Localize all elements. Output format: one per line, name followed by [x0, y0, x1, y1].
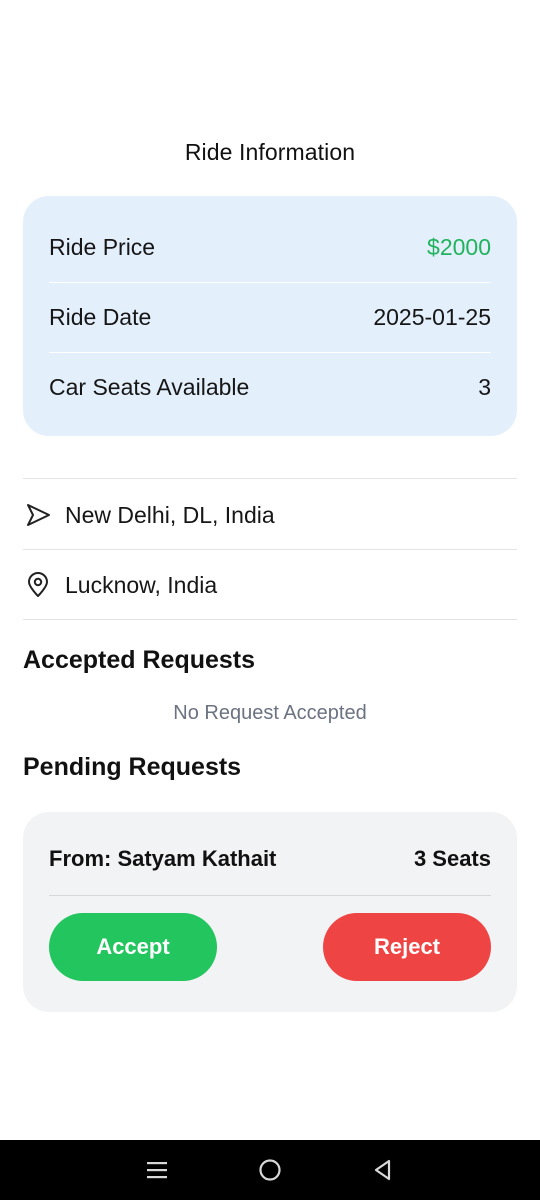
ride-date-value: 2025-01-25 [373, 304, 491, 330]
request-actions: Accept Reject [49, 913, 491, 981]
route-destination: Lucknow, India [23, 550, 517, 620]
page-title: Ride Information [184, 139, 356, 165]
seats-available-value: 3 [478, 374, 491, 400]
no-accepted-message: No Request Accepted [173, 702, 367, 724]
pending-request-card: From: Satyam Kathait 3 Seats Accept Reje… [23, 812, 517, 1012]
system-navigation-bar [0, 1140, 540, 1200]
pending-requests-heading: Pending Requests [23, 753, 242, 781]
destination-text: Lucknow, India [65, 571, 218, 598]
request-seats: 3 Seats [413, 845, 491, 871]
home-circle-icon[interactable] [240, 1140, 300, 1200]
origin-text: New Delhi, DL, India [65, 501, 275, 528]
route-divider [23, 478, 517, 479]
ride-price-value: $2000 [427, 233, 491, 260]
ride-date-label: Ride Date [49, 304, 152, 330]
route-divider [23, 619, 517, 620]
route-origin: New Delhi, DL, India [23, 480, 517, 550]
map-pin-icon [23, 570, 53, 600]
request-from: From: Satyam Kathait [49, 845, 277, 871]
seats-available-row: Car Seats Available 3 [49, 352, 491, 422]
ride-price-label: Ride Price [49, 233, 156, 260]
menu-icon[interactable] [127, 1140, 187, 1200]
ride-information-screen: Ride Information Ride Price $2000 Ride D… [0, 0, 540, 1200]
ride-price-row: Ride Price $2000 [49, 212, 491, 282]
navigation-arrow-icon [23, 500, 53, 530]
ride-date-row: Ride Date 2025-01-25 [49, 282, 491, 352]
request-header: From: Satyam Kathait 3 Seats [49, 812, 491, 896]
accepted-requests-heading: Accepted Requests [23, 646, 256, 674]
ride-info-card: Ride Price $2000 Ride Date 2025-01-25 Ca… [23, 196, 517, 436]
accept-button[interactable]: Accept [49, 913, 217, 981]
reject-button[interactable]: Reject [323, 913, 491, 981]
back-triangle-icon[interactable] [353, 1140, 413, 1200]
seats-available-label: Car Seats Available [49, 374, 250, 400]
